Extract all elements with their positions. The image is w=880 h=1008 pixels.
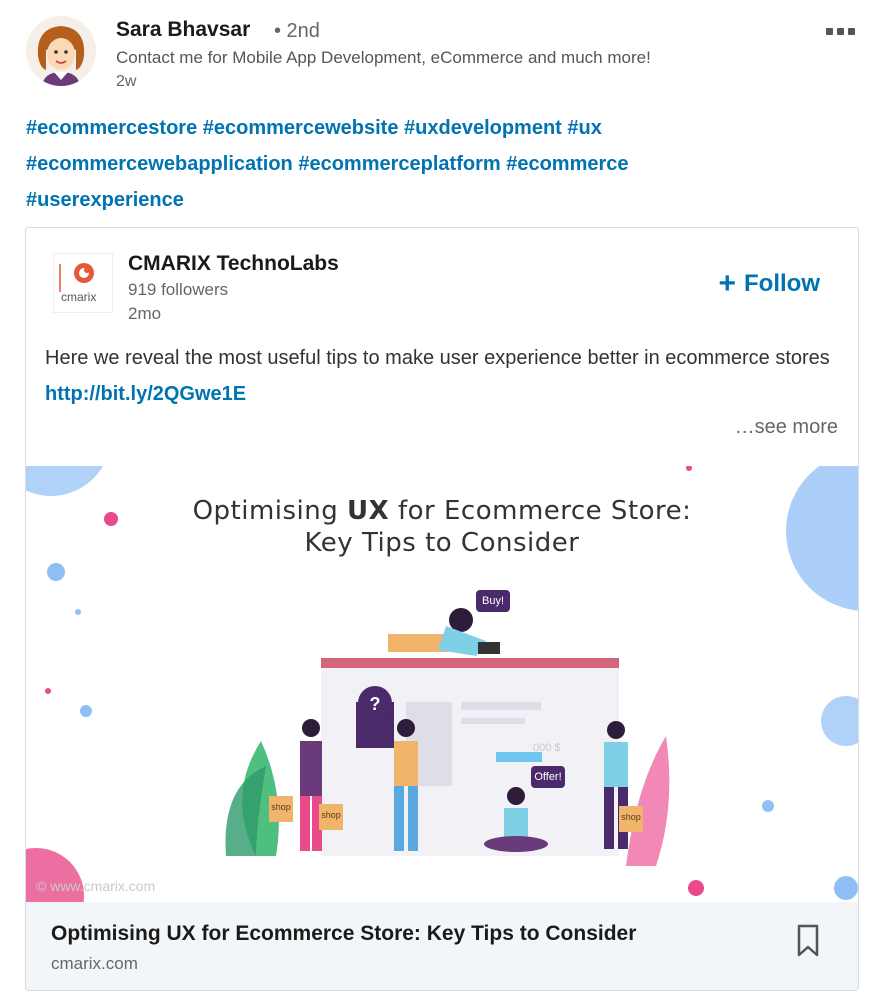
- shared-timestamp: 2mo: [128, 304, 162, 323]
- hashtag-link[interactable]: #ecommerce: [506, 153, 628, 175]
- banner-text: Optimising: [192, 496, 348, 526]
- follow-button[interactable]: + Follow: [718, 267, 820, 300]
- article-title[interactable]: Optimising UX for Ecommerce Store: Key T…: [51, 922, 636, 946]
- shared-link[interactable]: http://bit.ly/2QGwe1E: [45, 383, 246, 405]
- plus-icon: +: [718, 267, 737, 300]
- company-logo[interactable]: cmarix: [53, 253, 113, 313]
- ellipsis-icon[interactable]: [826, 24, 860, 38]
- watermark: © www.cmarix.com: [36, 878, 156, 894]
- author-name[interactable]: Sara Bhavsar: [116, 18, 250, 42]
- question-bubble: ?: [369, 694, 381, 714]
- author-avatar[interactable]: [26, 16, 96, 86]
- author-headline: Contact me for Mobile App Development, e…: [116, 48, 651, 67]
- hashtag-link[interactable]: #uxdevelopment: [404, 117, 562, 139]
- see-more-link[interactable]: …see more: [735, 416, 838, 439]
- banner-text: for Ecommerce Store:: [389, 496, 692, 526]
- buy-bubble: Buy!: [481, 595, 504, 607]
- hashtag-link[interactable]: #ux: [567, 117, 601, 139]
- shared-text-body: Here we reveal the most useful tips to m…: [45, 347, 830, 369]
- banner-title-line1: Optimising UX for Ecommerce Store:: [26, 496, 858, 526]
- hashtag-link[interactable]: #ecommercewebapplication: [26, 153, 293, 175]
- hashtag-link[interactable]: #ecommercestore: [26, 117, 197, 139]
- article-footer[interactable]: Optimising UX for Ecommerce Store: Key T…: [26, 902, 858, 990]
- hashtag-link[interactable]: #ecommerceplatform: [298, 153, 500, 175]
- article-source: cmarix.com: [51, 954, 138, 973]
- price-label: 000 $: [533, 742, 561, 754]
- shop-bag-label: shop: [271, 802, 291, 812]
- company-name[interactable]: CMARIX TechnoLabs: [128, 252, 339, 276]
- hashtag-link[interactable]: #ecommercewebsite: [203, 117, 399, 139]
- article-image[interactable]: Optimising UX for Ecommerce Store: Key T…: [26, 466, 858, 902]
- shop-bag-label: shop: [321, 810, 341, 820]
- logo-text: cmarix: [61, 290, 97, 304]
- post-hashtags: #ecommercestore #ecommercewebsite #uxdev…: [26, 110, 846, 218]
- shop-bag-label: shop: [621, 812, 641, 822]
- follower-count: 919 followers: [128, 280, 229, 299]
- shared-post-text: Here we reveal the most useful tips to m…: [45, 340, 835, 412]
- shared-post-card: cmarix CMARIX TechnoLabs 919 followers 2…: [25, 227, 859, 991]
- banner-title-line2: Key Tips to Consider: [304, 528, 580, 558]
- follow-label: Follow: [744, 270, 820, 297]
- connection-degree: • 2nd: [274, 20, 320, 42]
- post-header: Sara Bhavsar • 2nd Contact me for Mobile…: [26, 16, 866, 96]
- bookmark-icon[interactable]: [796, 924, 820, 958]
- banner-bold-text: UX: [347, 496, 390, 526]
- hashtag-link[interactable]: #userexperience: [26, 189, 184, 211]
- offer-bubble: Offer!: [534, 771, 562, 783]
- post-timestamp: 2w: [116, 73, 137, 90]
